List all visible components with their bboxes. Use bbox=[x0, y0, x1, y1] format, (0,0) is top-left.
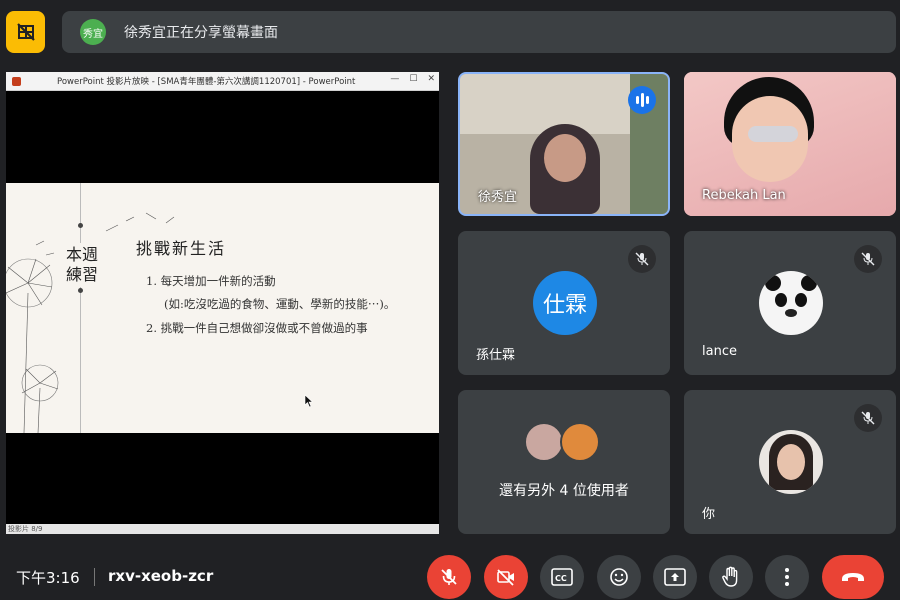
side-title-line-1: 本週 bbox=[65, 245, 98, 264]
presenting-banner: 秀宜 徐秀宜正在分享螢幕畫面 bbox=[62, 11, 896, 53]
slide-counter: 投影片 8/9 bbox=[8, 525, 43, 533]
svg-text:CC: CC bbox=[555, 574, 567, 583]
participant-name: lance bbox=[702, 344, 737, 359]
mic-off-indicator bbox=[854, 245, 882, 273]
present-icon bbox=[664, 568, 686, 586]
mic-off-icon bbox=[861, 411, 875, 425]
avatar bbox=[759, 430, 823, 494]
slide-side-title: 本週 練習 bbox=[64, 243, 100, 287]
captions-button[interactable]: CC bbox=[540, 555, 584, 599]
speaking-indicator-icon bbox=[628, 86, 656, 114]
end-call-icon bbox=[842, 573, 864, 581]
mouse-cursor-icon bbox=[304, 394, 314, 408]
camera-toggle-button[interactable] bbox=[484, 555, 528, 599]
avatar bbox=[759, 271, 823, 335]
avatar: 仕霖 bbox=[533, 271, 597, 335]
hide-self-icon bbox=[16, 23, 35, 41]
meeting-code: rxv-xeob-zcr bbox=[108, 567, 214, 585]
avatar bbox=[524, 422, 564, 462]
ppt-status-bar: 投影片 8/9 bbox=[6, 524, 439, 534]
ppt-window-title: PowerPoint 投影片放映 - [SMA青年團體-第六次講調1120701… bbox=[57, 77, 356, 87]
mic-off-icon bbox=[441, 569, 457, 585]
more-icon bbox=[785, 568, 789, 586]
self-tile[interactable]: 你 bbox=[684, 390, 896, 534]
close-icon: ✕ bbox=[427, 74, 435, 84]
mic-off-icon bbox=[861, 252, 875, 266]
slide-item-2: 2. 挑戰一件自己想做卻沒做或不曾做過的事 bbox=[146, 321, 368, 335]
slide-item-1: 1. 每天增加一件新的活動 bbox=[146, 274, 276, 288]
participant-tile[interactable]: 徐秀宜 bbox=[458, 72, 670, 216]
participant-tile[interactable]: 仕霖 孫仕霖 bbox=[458, 231, 670, 375]
captions-icon: CC bbox=[551, 568, 573, 586]
mic-off-indicator bbox=[854, 404, 882, 432]
participant-tile[interactable]: Rebekah Lan bbox=[684, 72, 896, 216]
present-button[interactable] bbox=[653, 555, 697, 599]
presenting-text: 徐秀宜正在分享螢幕畫面 bbox=[124, 25, 278, 41]
avatar bbox=[560, 422, 600, 462]
more-options-button[interactable] bbox=[765, 555, 809, 599]
participant-name: 徐秀宜 bbox=[478, 190, 518, 205]
slide: 本週 練習 挑戰新生活 1. 每天增加一件新的活動 (如:吃沒吃過的食物、運動、… bbox=[6, 183, 439, 433]
clock: 下午3:16 bbox=[16, 569, 80, 587]
slide-heading: 挑戰新生活 bbox=[136, 239, 227, 258]
emoji-icon bbox=[610, 568, 628, 586]
raise-hand-button[interactable] bbox=[709, 555, 753, 599]
powerpoint-icon bbox=[12, 76, 21, 86]
slide-dot bbox=[78, 288, 83, 293]
mic-off-icon bbox=[635, 252, 649, 266]
slide-item-1-detail: (如:吃沒吃過的食物、運動、學新的技能⋯)。 bbox=[164, 297, 396, 311]
mic-toggle-button[interactable] bbox=[427, 555, 471, 599]
slide-dot bbox=[78, 223, 83, 228]
presenter-avatar: 秀宜 bbox=[80, 19, 106, 45]
raise-hand-icon bbox=[722, 566, 738, 587]
others-count: 還有另外 4 位使用者 bbox=[499, 483, 629, 499]
minimize-icon: — bbox=[390, 74, 400, 84]
participant-tile[interactable]: lance bbox=[684, 231, 896, 375]
participant-name: 孫仕霖 bbox=[476, 348, 516, 363]
side-title-line-2: 練習 bbox=[65, 265, 98, 284]
participant-name: Rebekah Lan bbox=[702, 188, 786, 203]
leave-call-button[interactable] bbox=[822, 555, 884, 599]
participant-name: 你 bbox=[702, 507, 716, 522]
divider bbox=[94, 568, 95, 586]
reactions-button[interactable] bbox=[597, 555, 641, 599]
slide-divider bbox=[80, 183, 81, 433]
shared-screen: PowerPoint 投影片放映 - [SMA青年團體-第六次講調1120701… bbox=[6, 72, 439, 534]
cam-off-icon bbox=[497, 569, 514, 586]
maximize-icon: ☐ bbox=[409, 74, 418, 84]
others-tile[interactable]: 還有另外 4 位使用者 bbox=[458, 390, 670, 534]
mic-off-indicator bbox=[628, 245, 656, 273]
hide-tiles-button[interactable] bbox=[6, 11, 45, 53]
ppt-titlebar: PowerPoint 投影片放映 - [SMA青年團體-第六次講調1120701… bbox=[6, 72, 439, 91]
